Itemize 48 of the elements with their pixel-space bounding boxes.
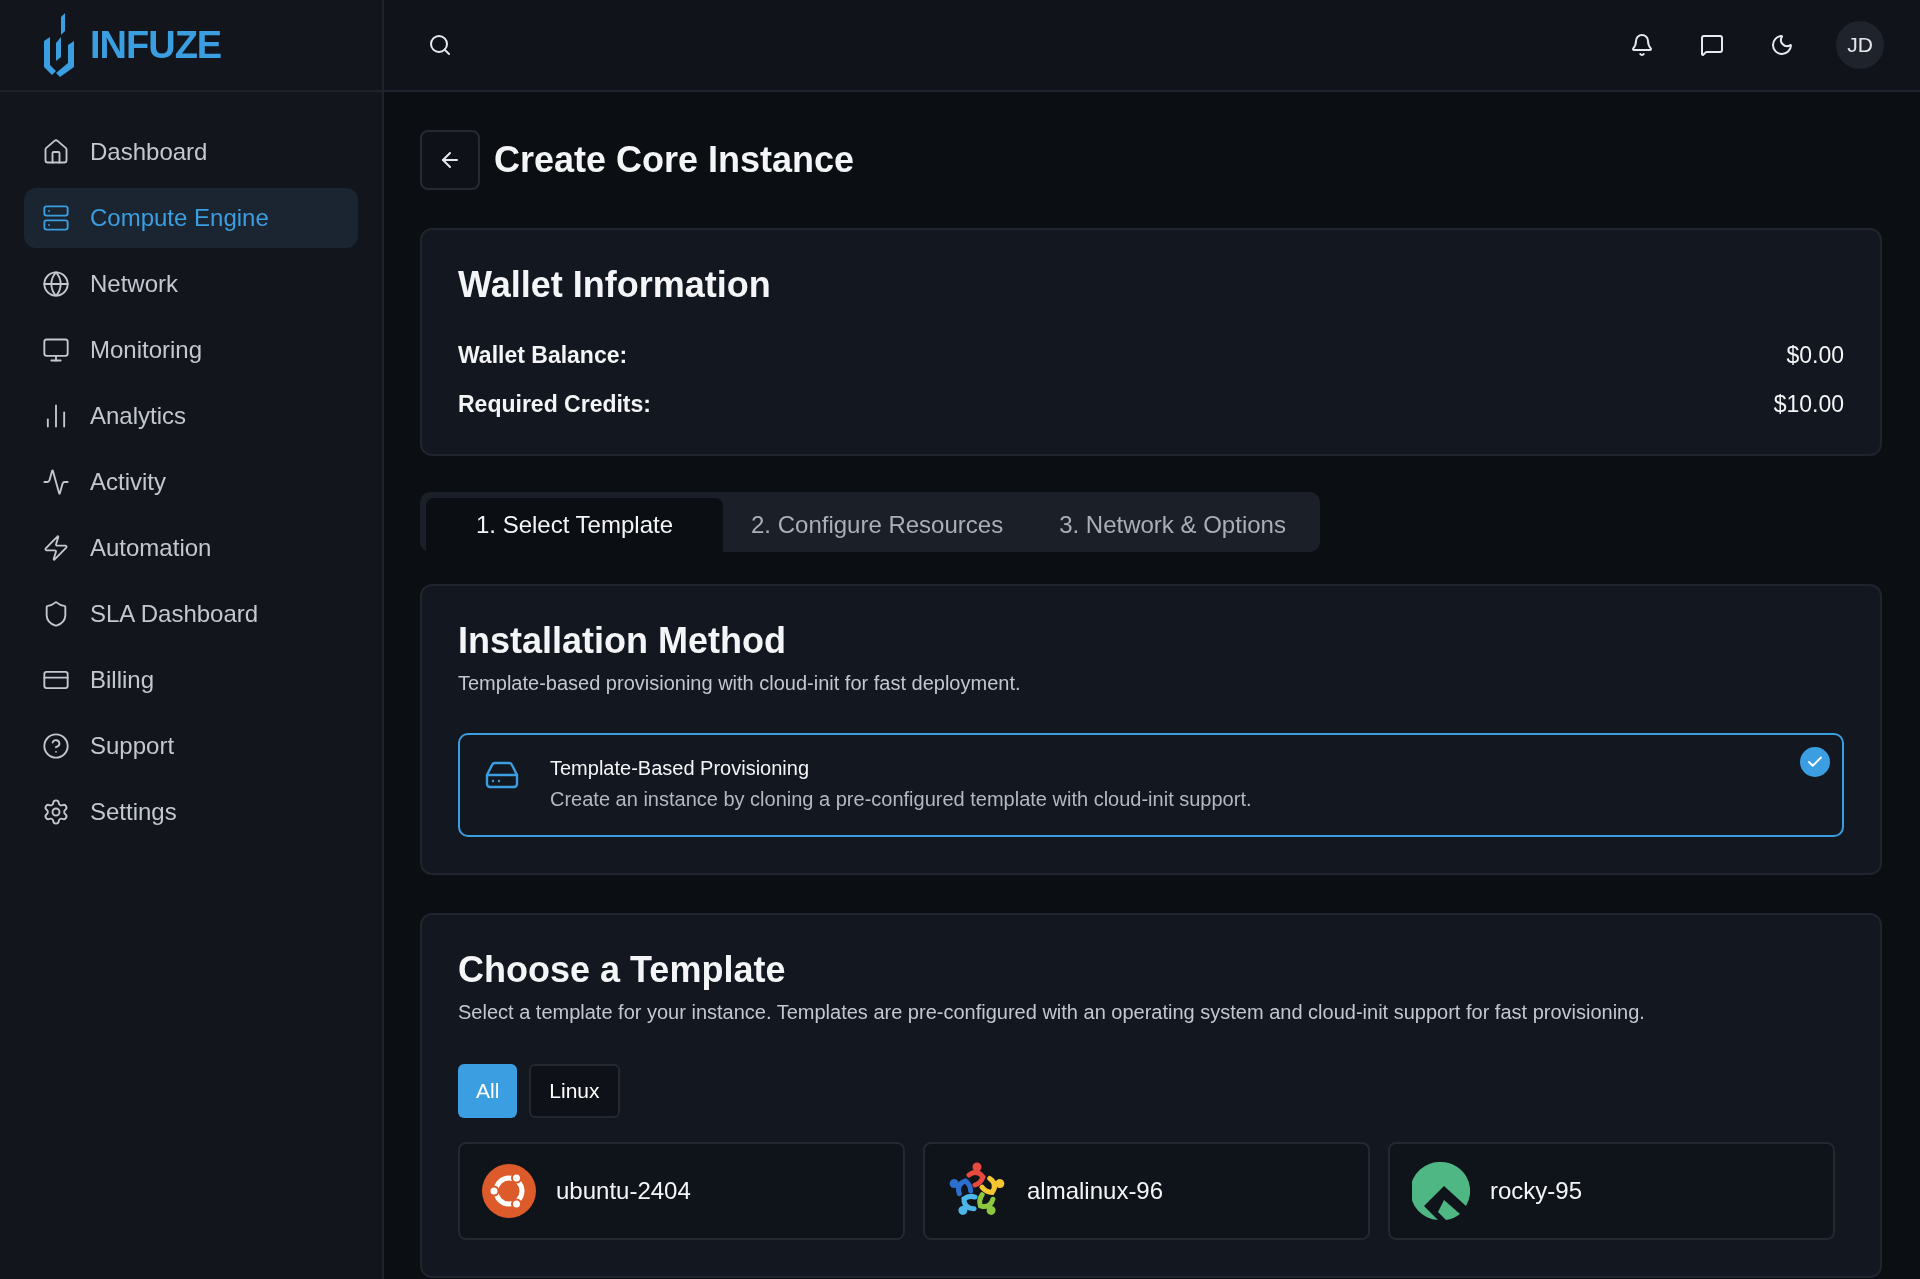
user-avatar[interactable]: JD [1836,21,1884,69]
sidebar-item[interactable]: Analytics [24,386,358,446]
nav-icon [42,732,70,760]
nav-icon [42,336,70,364]
template-option[interactable]: rocky-95 [1388,1142,1835,1240]
sidebar-item[interactable]: SLA Dashboard [24,584,358,644]
search-icon [428,33,452,57]
sidebar-item[interactable]: Activity [24,452,358,512]
ring-logo-icon [482,1164,536,1218]
card-subtitle: Template-based provisioning with cloud-init for fast deployment. [458,672,1022,695]
mountain-logo-icon [1412,1162,1470,1220]
template-name: ubuntu-2404 [556,1177,691,1205]
card-subtitle: Select a template for your instance. Templates are pre-configured with an operating system and cloud-init support for fast provisioning. [458,1001,1646,1024]
method-option[interactable]: Template-Based Provisioning Create an instance by cloning a pre-configured template with cloud-init support. [458,733,1844,837]
field-value: $10.00 [1773,391,1844,418]
sidebar-item[interactable]: Automation [24,518,358,578]
sidebar-item[interactable]: Monitoring [24,320,358,380]
step-tab[interactable]: 3. Network & Options [1031,498,1314,552]
page-title: Create Core Instance [494,139,855,181]
flame-logo-icon [42,13,76,77]
template-option[interactable]: almalinux-96 [923,1142,1370,1240]
field-value: $0.00 [1786,342,1844,369]
step-tab[interactable]: 1. Select Template [426,498,723,552]
card-title: Installation Method [458,620,787,662]
field-label: Required Credits: [458,391,651,418]
sidebar-item[interactable]: Support [24,716,358,776]
sidebar-item[interactable]: Compute Engine [24,188,358,248]
nav-icon [42,534,70,562]
sidebar-item[interactable]: Billing [24,650,358,710]
field-label: Wallet Balance: [458,342,628,369]
option-title: Template-Based Provisioning [550,757,811,780]
nav-icon [42,468,70,496]
card-title: Choose a Template [458,949,787,991]
nav-icon [42,204,70,232]
sidebar-item[interactable]: Network [24,254,358,314]
filter-button[interactable]: Linux [529,1064,620,1118]
template-name: rocky-95 [1490,1177,1583,1205]
nav-icon [42,798,70,826]
template-option[interactable]: ubuntu-2404 [458,1142,905,1240]
nav-icon [42,270,70,298]
option-description: Create an instance by cloning a pre-configured template with cloud-init support. [550,788,1252,811]
template-name: almalinux-96 [1027,1177,1164,1205]
sidebar-item[interactable]: Dashboard [24,122,358,182]
nav-icon [42,138,70,166]
card-title: Wallet Information [458,264,772,306]
step-tab[interactable]: 2. Configure Resources [723,498,1032,552]
sidebar-item[interactable]: Settings [24,782,358,842]
brand-name: INFUZE [90,23,222,67]
